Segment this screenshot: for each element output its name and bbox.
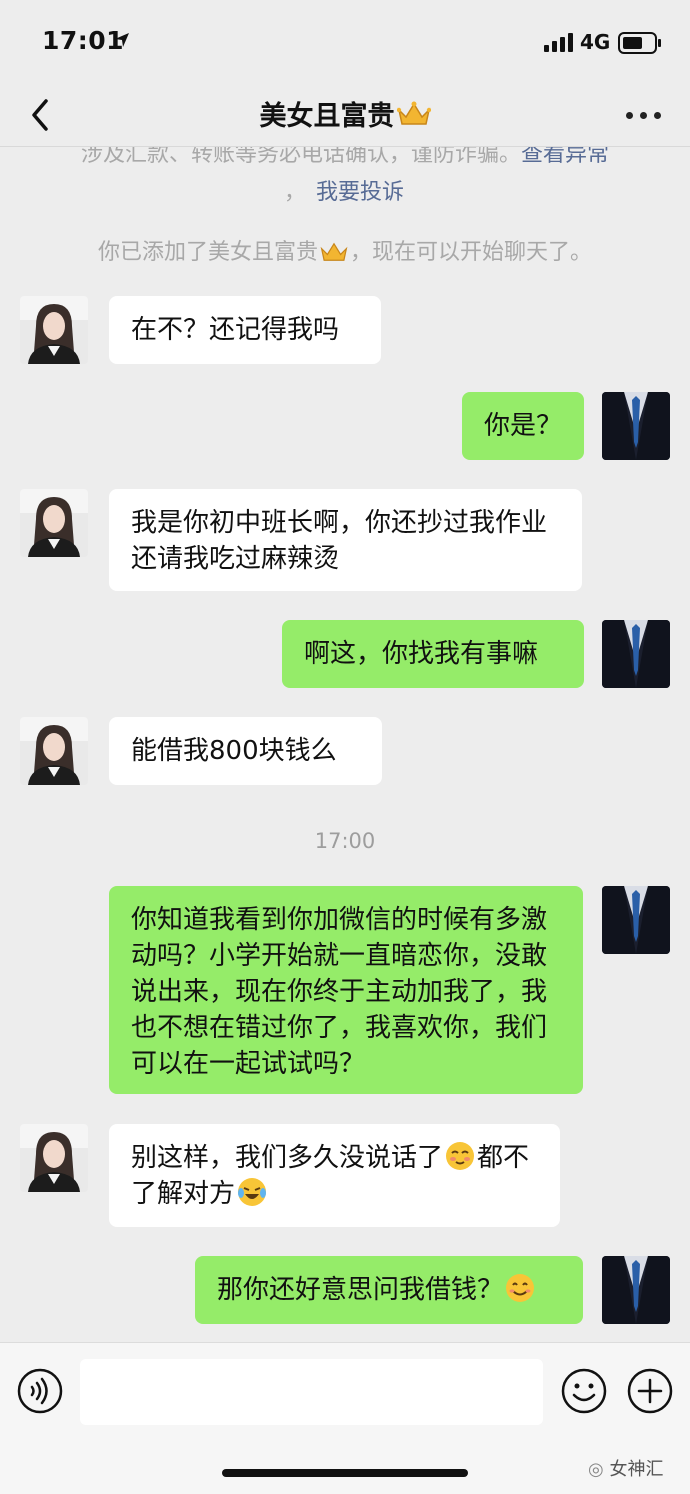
crown-icon <box>396 101 431 125</box>
message-text: 你是？ <box>484 411 563 441</box>
laugh-cry-emoji-icon <box>238 1178 267 1206</box>
message-text: 我是你初中班长啊，你还抄过我作业还请我吃过麻辣烫 <box>131 508 548 574</box>
message-text: 你知道我看到你加微信的时候有多激动吗？小学开始就一直暗恋你，没敢说出来，现在你终… <box>131 905 548 1079</box>
contact-avatar[interactable] <box>20 489 88 557</box>
message-text: 啊这，你找我有事嘛 <box>304 639 539 669</box>
message-bubble-received[interactable]: 能借我800块钱么 <box>109 717 382 785</box>
shy-emoji-icon <box>446 1142 475 1170</box>
crown-icon <box>320 242 348 261</box>
watermark-text: 女神汇 <box>609 1459 664 1480</box>
status-bar: 17:01 4G <box>0 0 690 84</box>
status-time: 17:01 <box>42 26 125 55</box>
complain-prefix: ， <box>284 180 307 205</box>
complain-link[interactable]: 我要投诉 <box>316 180 404 205</box>
more-options-icon[interactable] <box>626 108 662 122</box>
emoji-icon[interactable] <box>560 1367 608 1415</box>
voice-input-icon[interactable] <box>16 1367 64 1415</box>
signal-icon <box>544 33 573 52</box>
message-text: 能借我800块钱么 <box>131 736 337 766</box>
message-text-a: 别这样，我们多久没说话了 <box>131 1143 444 1173</box>
message-bubble-sent[interactable]: 啊这，你找我有事嘛 <box>282 620 584 688</box>
my-avatar[interactable] <box>602 620 670 688</box>
battery-icon <box>618 32 661 54</box>
home-indicator[interactable] <box>222 1469 468 1477</box>
chat-title: 美女且富贵 <box>0 94 690 133</box>
location-arrow-icon <box>115 33 129 47</box>
chat-header: 美女且富贵 <box>0 84 690 147</box>
message-bubble-sent[interactable]: 你是？ <box>462 392 584 460</box>
chat-title-text: 美女且富贵 <box>259 101 395 132</box>
my-avatar[interactable] <box>602 1256 670 1324</box>
message-bubble-received[interactable]: 别这样，我们多久没说话了 都不了解对方 <box>109 1124 560 1227</box>
friend-added-text: 你已添加了美女且富贵 <box>97 240 318 265</box>
contact-avatar[interactable] <box>20 717 88 785</box>
friend-added-notice: 你已添加了美女且富贵 ，现在可以开始聊天了。 <box>0 234 690 266</box>
message-input[interactable] <box>80 1359 543 1425</box>
message-bubble-sent[interactable]: 那你还好意思问我借钱？ <box>195 1256 583 1324</box>
wechat-logo-icon: ◎ <box>588 1459 604 1480</box>
contact-avatar[interactable] <box>20 1124 88 1192</box>
friend-added-suffix: ，现在可以开始聊天了。 <box>350 240 593 265</box>
input-bar: ◎ 女神汇 <box>0 1342 690 1494</box>
my-avatar[interactable] <box>602 392 670 460</box>
message-text: 那你还好意思问我借钱？ <box>217 1275 504 1305</box>
message-text: 在不？还记得我吗 <box>131 315 340 345</box>
watermark: ◎ 女神汇 <box>588 1455 663 1481</box>
plus-icon[interactable] <box>626 1367 674 1415</box>
network-type: 4G <box>580 30 611 54</box>
smile-emoji-icon <box>506 1274 535 1302</box>
my-avatar[interactable] <box>602 886 670 954</box>
message-timestamp: 17:00 <box>314 829 376 853</box>
complain-notice: ， 我要投诉 <box>284 174 404 206</box>
contact-avatar[interactable] <box>20 296 88 364</box>
message-bubble-received[interactable]: 我是你初中班长啊，你还抄过我作业还请我吃过麻辣烫 <box>109 489 582 591</box>
message-bubble-sent[interactable]: 你知道我看到你加微信的时候有多激动吗？小学开始就一直暗恋你，没敢说出来，现在你终… <box>109 886 583 1094</box>
message-bubble-received[interactable]: 在不？还记得我吗 <box>109 296 381 364</box>
